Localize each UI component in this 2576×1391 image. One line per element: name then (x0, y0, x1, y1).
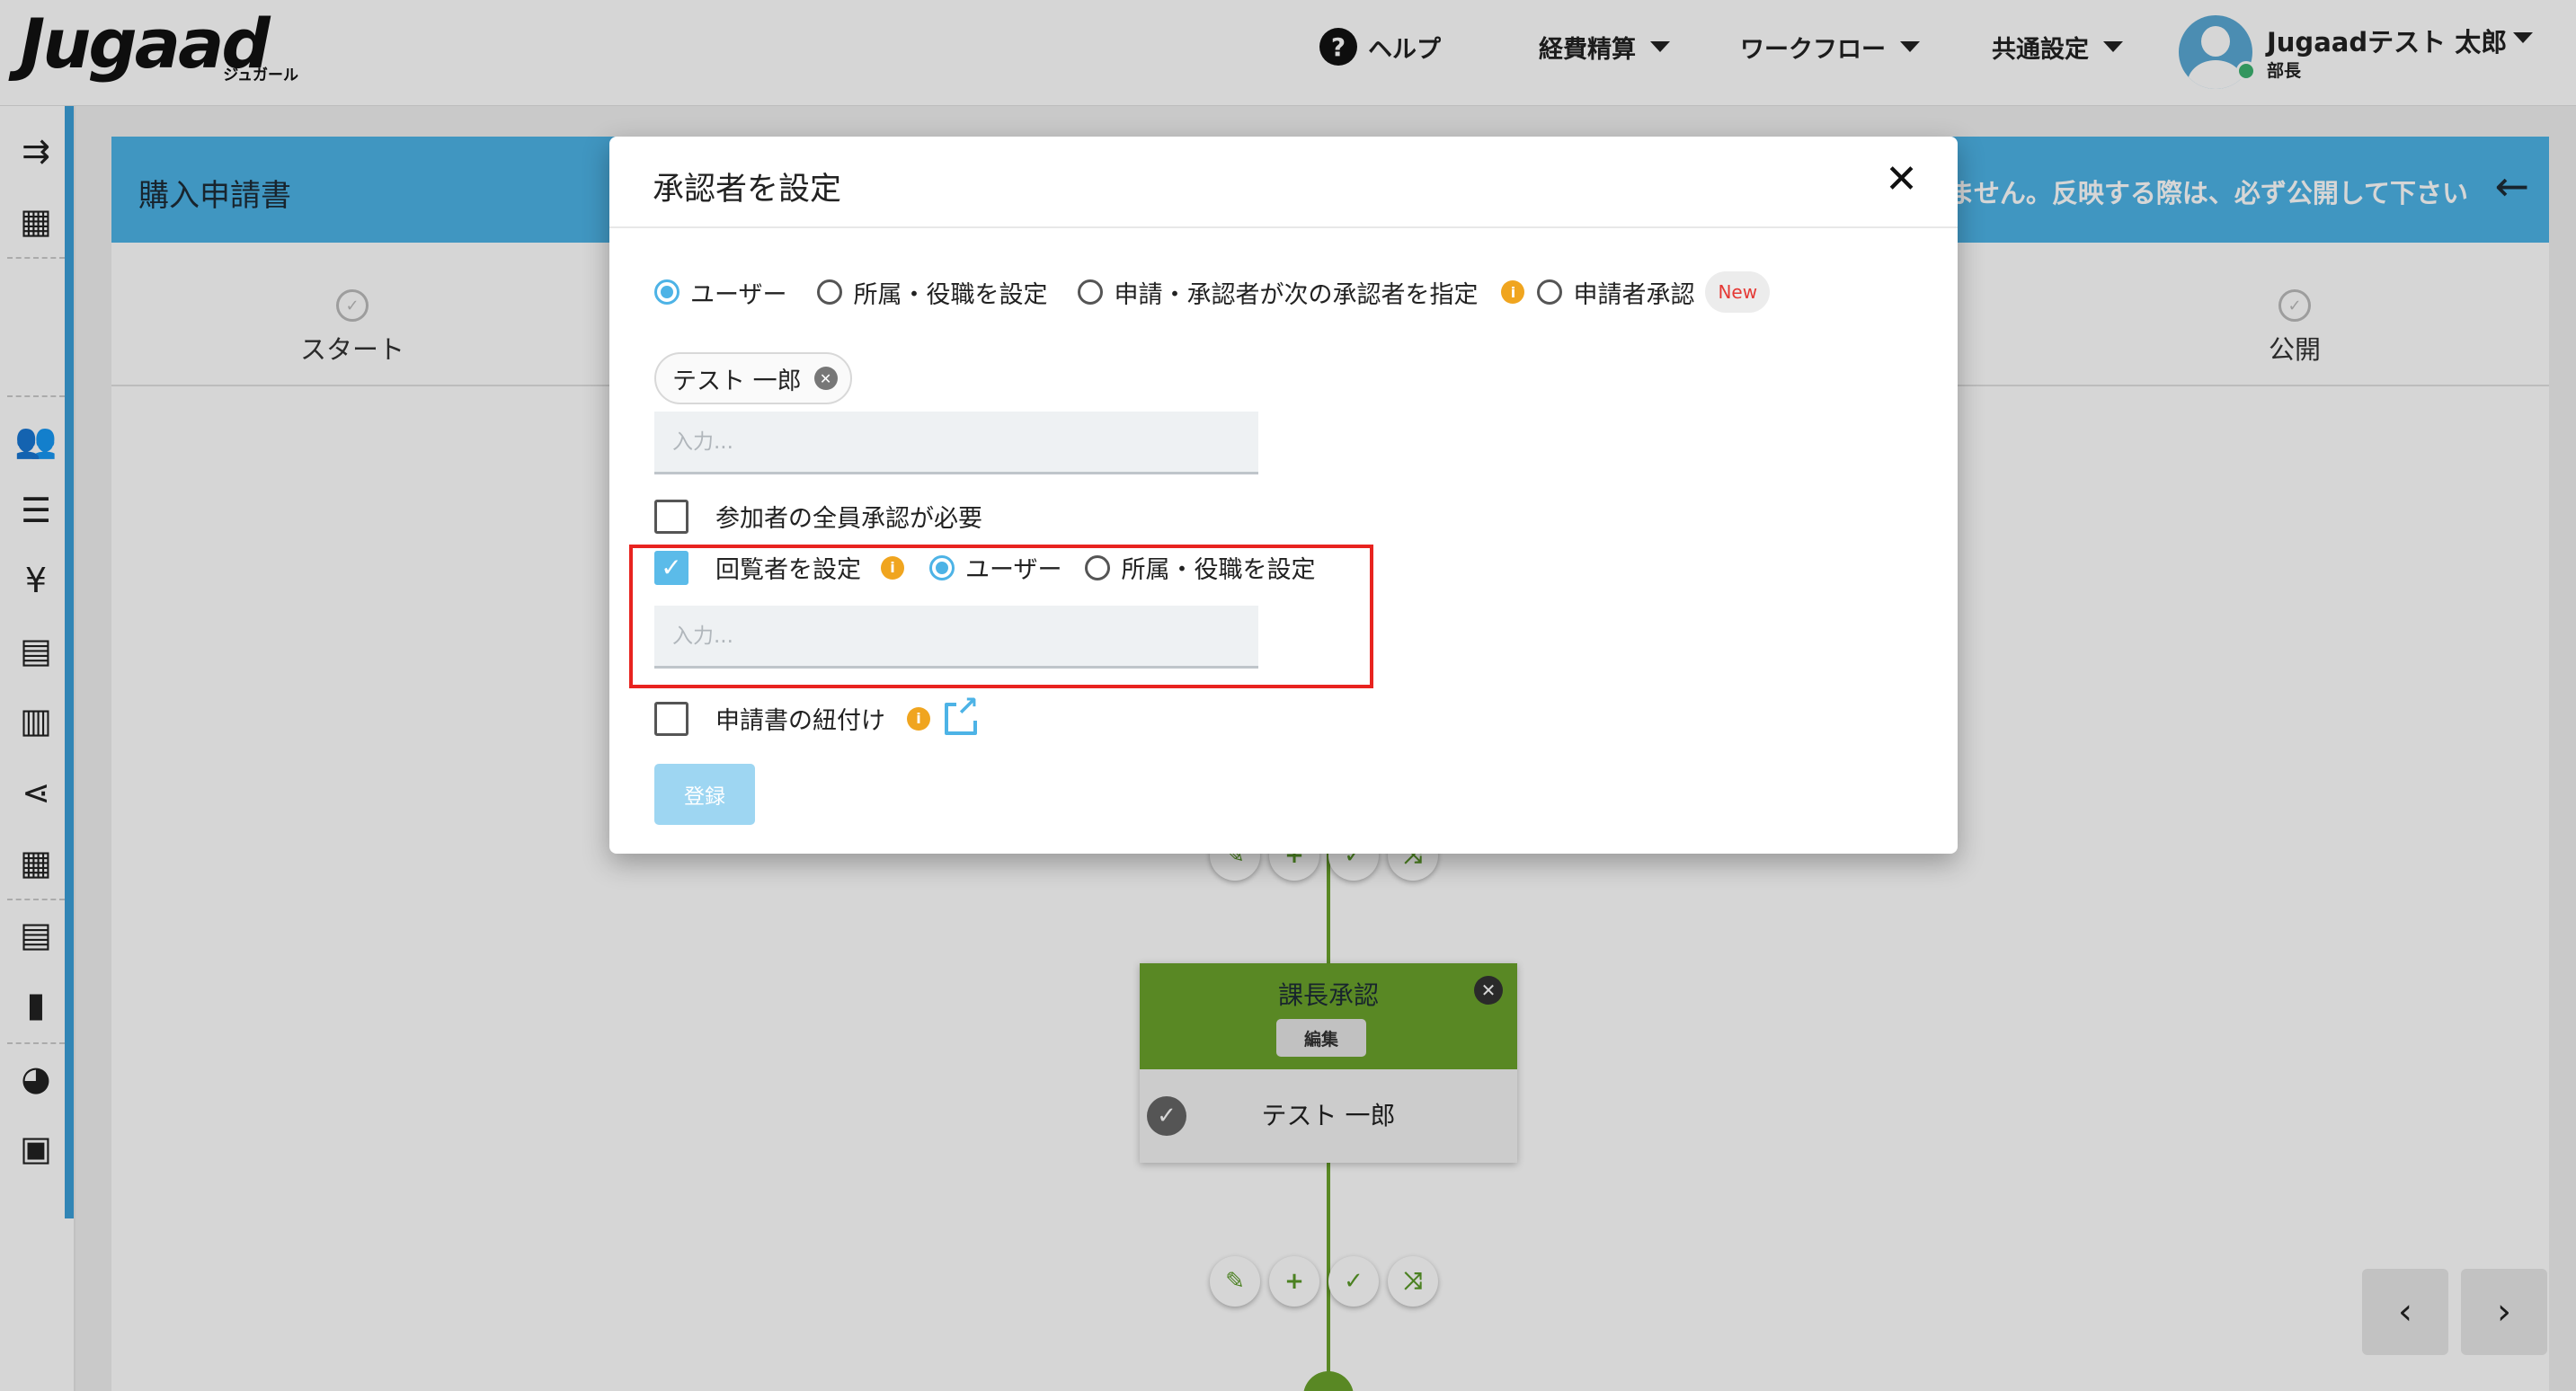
modal-divider (609, 226, 1958, 228)
info-icon[interactable]: i (907, 706, 930, 731)
viewer-search-input[interactable] (654, 606, 1258, 669)
viewer-label: 回覧者を設定 (715, 556, 861, 584)
radio-selected-icon (654, 279, 680, 305)
link-application-checkbox[interactable] (654, 701, 688, 736)
all-approval-checkbox-row[interactable]: 参加者の全員承認が必要 (654, 499, 982, 534)
all-approval-label: 参加者の全員承認が必要 (715, 505, 982, 533)
remove-chip-icon[interactable]: ✕ (813, 367, 838, 390)
radio-selected-icon (929, 554, 955, 580)
approver-type-user[interactable]: ユーザー (654, 275, 786, 310)
viewer-checkbox[interactable]: ✓ (654, 550, 688, 585)
new-badge: New (1705, 271, 1771, 313)
approver-type-applicant-label: 申請者承認 (1573, 280, 1695, 309)
link-application-label: 申請書の紐付け (715, 707, 885, 735)
approver-type-user-label: ユーザー (690, 280, 787, 309)
selected-user-chip-label: テスト 一郎 (672, 367, 802, 395)
approver-type-applicant[interactable]: 申請者承認 New (1537, 271, 1771, 313)
link-application-checkbox-row: 申請書の紐付け i (654, 693, 979, 736)
approver-settings-modal: 承認者を設定 ✕ ユーザー 所属・役職を設定 申請・承認者が次の承認者を指定 i… (609, 137, 1958, 854)
info-icon[interactable]: i (881, 555, 904, 580)
viewer-checkbox-row: ✓ 回覧者を設定 i ユーザー 所属・役職を設定 (654, 550, 1346, 585)
info-icon[interactable]: i (1501, 280, 1525, 304)
radio-icon (1085, 554, 1111, 580)
selected-user-chip: テスト 一郎 ✕ (654, 352, 852, 404)
approver-search-input[interactable] (654, 412, 1258, 474)
radio-icon (1537, 279, 1563, 305)
external-link-icon[interactable] (945, 693, 979, 735)
viewer-type-department-label: 所属・役職を設定 (1121, 556, 1316, 584)
viewer-type-user-label: ユーザー (965, 556, 1062, 584)
viewer-type-department[interactable]: 所属・役職を設定 (1085, 550, 1315, 585)
modal-title: 承認者を設定 (653, 172, 842, 208)
approver-type-next-designate[interactable]: 申請・承認者が次の承認者を指定 i (1078, 275, 1525, 310)
approver-type-next-designate-label: 申請・承認者が次の承認者を指定 (1114, 280, 1479, 309)
viewer-type-user[interactable]: ユーザー (929, 550, 1061, 585)
approver-type-department[interactable]: 所属・役職を設定 (817, 275, 1047, 310)
radio-icon (1078, 279, 1104, 305)
register-button[interactable]: 登録 (654, 764, 755, 825)
approver-type-group: ユーザー 所属・役職を設定 申請・承認者が次の承認者を指定 i 申請者承認 Ne… (654, 271, 1800, 313)
all-approval-checkbox[interactable] (654, 499, 688, 534)
close-icon[interactable]: ✕ (1885, 156, 1918, 202)
radio-icon (817, 279, 843, 305)
approver-type-department-label: 所属・役職を設定 (853, 280, 1048, 309)
